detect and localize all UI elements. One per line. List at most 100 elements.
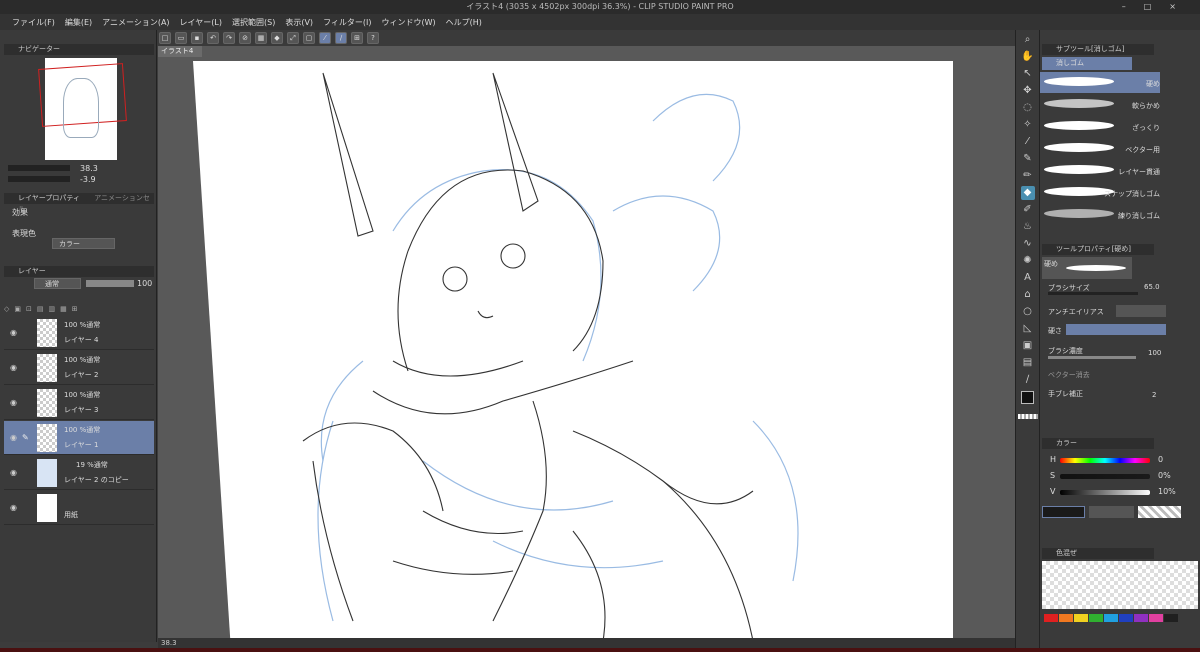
status-zoom[interactable]: 38.3 [161,639,177,647]
sub-tool-group-tab[interactable]: 消しゴム [1042,57,1132,70]
transform-icon[interactable]: ⤢ [287,32,299,44]
layer-row-selected[interactable]: ◉ ✎ 100 %通常 レイヤー 1 [4,421,154,455]
sub-tool-item[interactable]: ベクター用 [1040,138,1160,159]
palette-swatch[interactable] [1149,614,1163,622]
palette-swatch[interactable] [1134,614,1148,622]
zoom-slider[interactable] [8,165,70,171]
window-controls[interactable]: –□× [1122,0,1194,14]
eyedropper-icon[interactable]: ⁄ [1021,135,1035,149]
opacity-value[interactable]: 100 [137,279,152,288]
balloon-icon[interactable]: ○ [1021,305,1035,319]
eye-icon[interactable]: ◉ [10,468,17,477]
menu-file[interactable]: ファイル(F) [12,17,55,28]
menu-window[interactable]: ウィンドウ(W) [382,17,436,28]
palette-swatch[interactable] [1059,614,1073,622]
eye-icon[interactable]: ◉ [10,503,17,512]
magic-wand-icon[interactable]: ✧ [1021,118,1035,132]
text-tool-icon[interactable]: A [1021,271,1035,285]
layer-panel-header[interactable]: レイヤー [4,266,154,277]
main-color-chip[interactable] [1042,506,1085,518]
layer-toolbar-icons[interactable]: ◇▣⊡▤▥▦⊞ [4,305,154,313]
sub-tool-item[interactable]: 硬め [1040,72,1160,93]
canvas-area[interactable] [158,46,1015,638]
navigator-angle-value[interactable]: -3.9 [80,175,96,184]
gradient-icon[interactable]: ▤ [1021,356,1035,370]
menu-animation[interactable]: アニメーション(A) [102,17,169,28]
palette-tab[interactable]: 色混ぜ [1056,549,1077,557]
palette-swatch[interactable] [1164,614,1178,622]
correct-line-icon[interactable]: ∕ [1021,373,1035,387]
brush-size-value[interactable]: 65.0 [1144,283,1160,291]
stabilize-value[interactable]: 2 [1152,391,1156,399]
canvas-paper[interactable] [193,61,953,638]
help-icon[interactable]: ? [367,32,379,44]
brush-tool-icon[interactable]: ✐ [1021,203,1035,217]
sub-tool-item[interactable]: ざっくり [1040,116,1160,137]
menu-selection[interactable]: 選択範囲(S) [232,17,275,28]
color-mixing-area[interactable] [1042,561,1198,609]
menu-help[interactable]: ヘルプ(H) [446,17,482,28]
menu-filter[interactable]: フィルター(I) [323,17,371,28]
eraser-tool-icon[interactable]: ◆ [1020,186,1035,200]
pencil-tool-icon[interactable]: ✏ [1021,169,1035,183]
sub-tool-item[interactable]: レイヤー貫通 [1040,160,1160,181]
sub-tool-header[interactable]: サブツール[消しゴム] [1042,44,1154,55]
redo-icon[interactable]: ↷ [223,32,235,44]
brush-size-slider[interactable] [1048,292,1138,295]
transparent-color-swatch[interactable] [1018,414,1038,419]
pen-tool-icon[interactable]: ✎ [1021,152,1035,166]
density-value[interactable]: 100 [1148,349,1161,357]
decoration-icon[interactable]: ✺ [1021,254,1035,268]
layer-row[interactable]: ◉ 100 %通常 レイヤー 3 [4,386,154,420]
snap-special-ruler-icon[interactable]: ∕ [335,32,347,44]
layer-row[interactable]: ◉ 用紙 [4,491,154,525]
main-color-swatch[interactable] [1021,391,1034,404]
rotate-slider[interactable] [8,176,70,182]
save-icon[interactable]: ▪ [191,32,203,44]
layer-row[interactable]: ◉ 100 %通常 レイヤー 4 [4,316,154,350]
palette-swatch[interactable] [1089,614,1103,622]
sub-tool-item[interactable]: スナップ消しゴム [1040,182,1160,203]
blend-mode-select[interactable]: 通常 [34,278,81,289]
navigator-header[interactable]: ナビゲーター [4,44,154,55]
eye-icon[interactable]: ◉ [10,433,17,442]
vector-erase-row[interactable]: ベクター消去 [1048,370,1168,380]
sub-tool-item[interactable]: 練り消しゴム [1040,204,1160,225]
blend-icon[interactable]: ∿ [1021,237,1035,251]
layer-property-tab[interactable]: レイヤープロパティ [18,194,80,202]
palette-swatch[interactable] [1119,614,1133,622]
s-value[interactable]: 0% [1158,471,1171,480]
navigator-zoom-value[interactable]: 38.3 [80,164,98,173]
frame-icon[interactable]: ⌂ [1021,288,1035,302]
antialias-selector[interactable] [1116,305,1166,317]
fill-tool-icon[interactable]: ▣ [1021,339,1035,353]
crop-icon[interactable]: ▢ [303,32,315,44]
fill-icon[interactable]: ◆ [271,32,283,44]
density-slider[interactable] [1048,356,1136,359]
document-tab[interactable]: イラスト4 [158,46,202,57]
lasso-icon[interactable]: ◌ [1021,101,1035,115]
saturation-slider[interactable] [1060,474,1150,479]
hand-icon[interactable]: ✋ [1021,50,1035,64]
color-expression-select[interactable]: カラー [52,238,115,249]
operation-icon[interactable]: ↖ [1021,67,1035,81]
color-tab[interactable]: カラー [1056,439,1077,447]
eye-icon[interactable]: ◉ [10,363,17,372]
tool-property-header[interactable]: ツールプロパティ[硬め] [1042,244,1154,255]
layer-row[interactable]: ◉ 19 %通常 レイヤー 2 のコピー [4,456,154,490]
layer-row[interactable]: ◉ 100 %通常 レイヤー 2 [4,351,154,385]
ruler-icon[interactable]: ◺ [1021,322,1035,336]
move-icon[interactable]: ✥ [1021,84,1035,98]
hardness-slider[interactable] [1066,324,1166,335]
snap-ruler-icon[interactable]: ⁄ [319,32,331,44]
value-slider[interactable] [1060,490,1150,495]
clear-icon[interactable]: ▦ [255,32,267,44]
eye-icon[interactable]: ◉ [10,398,17,407]
navigator-preview[interactable] [38,58,127,160]
deselect-icon[interactable]: ⊘ [239,32,251,44]
palette-swatch[interactable] [1074,614,1088,622]
menu-view[interactable]: 表示(V) [285,17,313,28]
palette-swatch[interactable] [1044,614,1058,622]
menu-edit[interactable]: 編集(E) [65,17,92,28]
transparent-color-chip[interactable] [1138,506,1181,518]
